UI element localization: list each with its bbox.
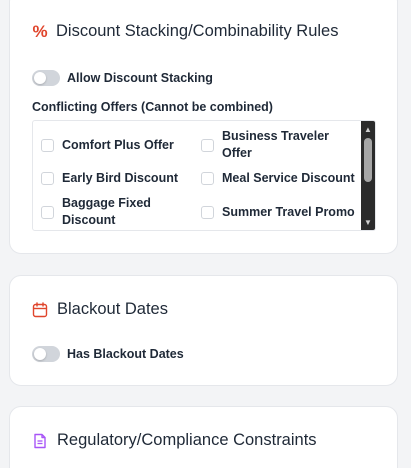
allow-stacking-toggle[interactable]: [32, 70, 60, 86]
blackout-dates-title-text: Blackout Dates: [57, 300, 168, 318]
conflicting-offers-label: Conflicting Offers (Cannot be combined): [32, 100, 273, 114]
scrollbar-thumb[interactable]: [364, 138, 372, 182]
conflicting-offers-list[interactable]: Comfort Plus Offer Business Traveler Off…: [32, 120, 376, 231]
percent-icon: %: [32, 21, 48, 41]
checkbox[interactable]: [41, 139, 54, 152]
regulatory-card: Regulatory/Compliance Constraints: [9, 406, 398, 468]
toggle-knob: [34, 72, 46, 84]
has-blackout-toggle[interactable]: [32, 346, 60, 362]
regulatory-title: Regulatory/Compliance Constraints: [32, 431, 317, 450]
checkbox[interactable]: [201, 206, 214, 219]
scroll-up-arrow-icon[interactable]: ▲: [361, 123, 375, 135]
discount-stacking-card: % Discount Stacking/Combinability Rules …: [9, 0, 398, 254]
offer-summer-travel[interactable]: Summer Travel Promo: [201, 204, 355, 221]
document-icon: [32, 433, 48, 449]
offer-label: Comfort Plus Offer: [62, 138, 174, 152]
checkbox[interactable]: [201, 138, 214, 152]
offer-label: Baggage Fixed Discount: [62, 196, 151, 227]
offer-label: Business Traveler Offer: [222, 129, 330, 160]
offer-early-bird[interactable]: Early Bird Discount: [41, 170, 178, 187]
offer-business-traveler[interactable]: Business Traveler Offer: [201, 128, 351, 162]
blackout-dates-card: Blackout Dates Has Blackout Dates: [9, 275, 398, 386]
allow-stacking-label: Allow Discount Stacking: [67, 71, 213, 85]
calendar-icon: [32, 301, 48, 318]
discount-stacking-title: % Discount Stacking/Combinability Rules: [32, 22, 338, 41]
offer-meal-service[interactable]: Meal Service Discount: [201, 170, 355, 187]
has-blackout-row: Has Blackout Dates: [32, 346, 184, 362]
list-scrollbar[interactable]: ▲ ▼: [361, 121, 375, 230]
allow-stacking-row: Allow Discount Stacking: [32, 70, 213, 86]
offer-baggage-fixed[interactable]: Baggage Fixed Discount: [41, 195, 191, 229]
has-blackout-label: Has Blackout Dates: [67, 347, 184, 361]
blackout-dates-title: Blackout Dates: [32, 300, 168, 319]
offer-label: Summer Travel Promo: [222, 205, 355, 219]
checkbox[interactable]: [201, 172, 214, 185]
checkbox[interactable]: [41, 205, 54, 219]
scroll-down-arrow-icon[interactable]: ▼: [361, 216, 375, 228]
regulatory-title-text: Regulatory/Compliance Constraints: [57, 431, 317, 449]
offer-label: Early Bird Discount: [62, 171, 178, 185]
checkbox[interactable]: [41, 172, 54, 185]
offer-label: Meal Service Discount: [222, 171, 355, 185]
offer-comfort-plus[interactable]: Comfort Plus Offer: [41, 137, 174, 154]
toggle-knob: [34, 348, 46, 360]
page: % Discount Stacking/Combinability Rules …: [0, 0, 411, 468]
discount-stacking-title-text: Discount Stacking/Combinability Rules: [56, 22, 339, 40]
